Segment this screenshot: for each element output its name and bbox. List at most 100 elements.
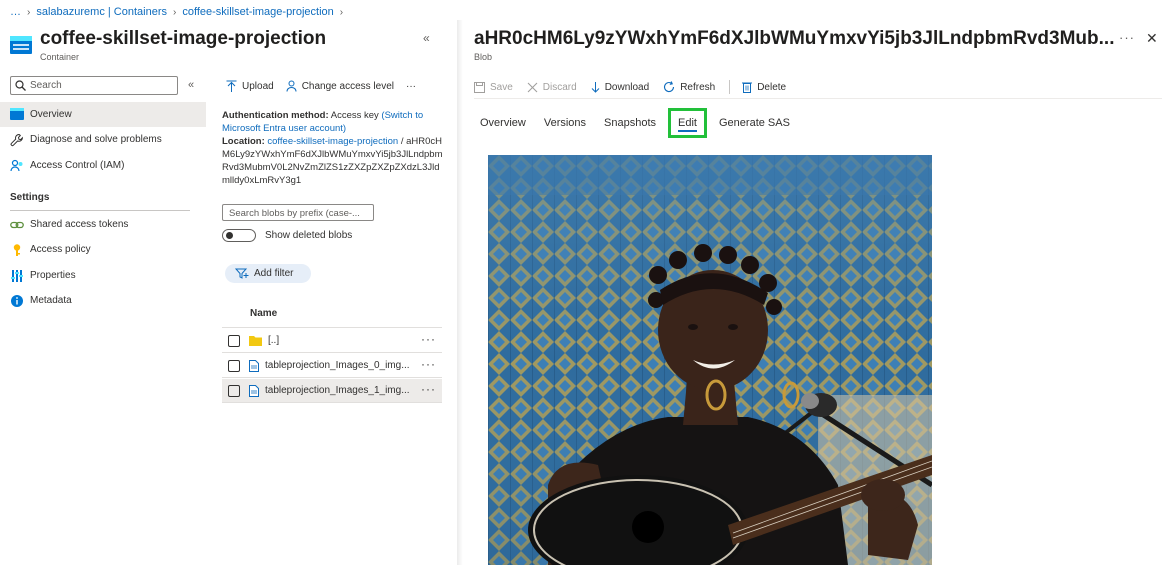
discard-label: Discard (542, 81, 577, 93)
divider (729, 80, 731, 94)
discard-icon (527, 82, 538, 93)
breadcrumb-item-containers[interactable]: salabazuremc | Containers (36, 6, 167, 18)
blob-tabs: Overview Versions Snapshots Edit Generat… (474, 108, 802, 138)
tab-edit[interactable]: Edit (668, 108, 707, 138)
tab-generate-sas[interactable]: Generate SAS (713, 108, 796, 138)
row-checkbox[interactable] (228, 334, 240, 347)
link-icon (10, 218, 24, 232)
file-icon (249, 359, 259, 372)
refresh-label: Refresh (680, 81, 716, 93)
blob-name: tableprojection_Images_0_img... (265, 360, 410, 371)
location-container-link[interactable]: coffee-skillset-image-projection (267, 136, 398, 147)
file-icon (249, 384, 259, 397)
search-icon (15, 80, 26, 91)
toggle-knob (226, 232, 233, 239)
settings-heading: Settings (10, 192, 50, 203)
people-icon (10, 159, 24, 173)
row-checkbox[interactable] (228, 359, 240, 372)
folder-icon (249, 335, 262, 346)
container-details: Authentication method: Access key (Switc… (222, 109, 444, 187)
more-options-icon[interactable]: ··· (1119, 30, 1135, 45)
sidebar-item-metadata[interactable]: Metadata (0, 288, 206, 313)
blob-command-bar: Save Discard Download Refresh Delete (474, 76, 1162, 99)
change-access-level-button[interactable]: Change access level (286, 80, 394, 92)
upload-button[interactable]: Upload (226, 80, 274, 92)
divider (10, 210, 190, 211)
refresh-button[interactable]: Refresh (663, 81, 715, 93)
add-filter-button[interactable]: Add filter (225, 264, 311, 283)
upload-icon (226, 80, 237, 92)
chevron-right-icon: › (339, 6, 344, 18)
refresh-icon (663, 81, 675, 93)
info-icon (10, 294, 24, 308)
auth-method-label: Authentication method: (222, 110, 329, 121)
sidebar-item-label: Overview (30, 109, 72, 120)
blob-title: aHR0cHM6Ly9zYWxhYmF6dXJlbWMuYmxvYi5jb3Jl… (474, 28, 1115, 49)
more-options-icon[interactable]: ··· (406, 81, 416, 92)
properties-icon (10, 269, 24, 283)
row-more-icon[interactable]: ··· (421, 332, 436, 346)
page-title: coffee-skillset-image-projection (40, 28, 327, 49)
breadcrumb: … › salabazuremc | Containers › coffee-s… (10, 4, 349, 20)
tab-overview[interactable]: Overview (474, 108, 532, 138)
container-icon (10, 107, 24, 122)
table-row[interactable]: tableprojection_Images_1_img... ··· (222, 379, 442, 403)
row-more-icon[interactable]: ··· (421, 357, 436, 371)
show-deleted-toggle[interactable] (222, 229, 256, 242)
blob-image-preview (488, 155, 932, 565)
wrench-icon (10, 133, 24, 147)
sidebar-item-properties[interactable]: Properties (0, 263, 206, 288)
location-label: Location: (222, 136, 265, 147)
container-icon (10, 36, 32, 54)
search-placeholder: Search (30, 80, 62, 91)
sidebar-item-label: Access Control (IAM) (30, 160, 125, 171)
column-header-name[interactable]: Name (250, 308, 277, 319)
change-access-level-label: Change access level (301, 80, 394, 92)
save-icon (474, 81, 485, 93)
save-label: Save (490, 81, 513, 93)
breadcrumb-item-container[interactable]: coffee-skillset-image-projection (182, 6, 333, 18)
search-input[interactable]: Search (10, 76, 178, 95)
sidebar-item-access-policy[interactable]: Access policy (0, 237, 206, 262)
filter-add-icon (235, 268, 249, 279)
save-button[interactable]: Save (474, 81, 513, 93)
blob-prefix-search-input[interactable]: Search blobs by prefix (case-... (222, 204, 374, 221)
download-icon (591, 81, 600, 93)
sidebar-item-diagnose[interactable]: Diagnose and solve problems (0, 127, 206, 152)
row-more-icon[interactable]: ··· (421, 382, 436, 396)
delete-label: Delete (757, 81, 787, 93)
container-toolbar: Upload Change access level ··· (226, 78, 428, 94)
sidebar-item-shared-access-tokens[interactable]: Shared access tokens (0, 212, 206, 237)
blade-shadow (457, 20, 463, 565)
person-icon (286, 80, 297, 92)
blob-name: [..] (268, 335, 280, 346)
sidebar-item-access-control[interactable]: Access Control (IAM) (0, 153, 206, 178)
table-row[interactable]: tableprojection_Images_0_img... ··· (222, 354, 442, 378)
tab-versions[interactable]: Versions (538, 108, 592, 138)
breadcrumb-ellipsis[interactable]: … (10, 6, 21, 18)
active-tab-indicator (678, 130, 697, 132)
tab-edit-label: Edit (678, 117, 697, 129)
blob-name: tableprojection_Images_1_img... (265, 385, 410, 396)
sidebar-item-overview[interactable]: Overview (0, 102, 206, 127)
blob-subtitle: Blob (474, 52, 493, 62)
sidebar-item-label: Properties (30, 270, 76, 281)
sidebar-item-label: Diagnose and solve problems (30, 134, 162, 145)
close-icon[interactable]: ✕ (1146, 30, 1158, 47)
row-checkbox[interactable] (228, 384, 240, 397)
chevron-right-icon: › (173, 6, 177, 18)
discard-button[interactable]: Discard (527, 82, 577, 93)
upload-label: Upload (242, 80, 274, 92)
table-row[interactable]: [..] ··· (222, 329, 442, 353)
page-subtitle: Container (40, 52, 80, 62)
delete-button[interactable]: Delete (742, 81, 786, 93)
auth-method-value: Access key (330, 110, 379, 121)
show-deleted-label: Show deleted blobs (265, 230, 353, 241)
sidebar-item-label: Metadata (30, 295, 72, 306)
download-button[interactable]: Download (591, 81, 649, 93)
location-separator: / (400, 136, 404, 147)
chevron-right-icon: › (27, 6, 31, 18)
collapse-menu-icon[interactable]: « (188, 79, 194, 91)
collapse-pane-icon[interactable]: « (423, 31, 430, 45)
tab-snapshots[interactable]: Snapshots (598, 108, 662, 138)
